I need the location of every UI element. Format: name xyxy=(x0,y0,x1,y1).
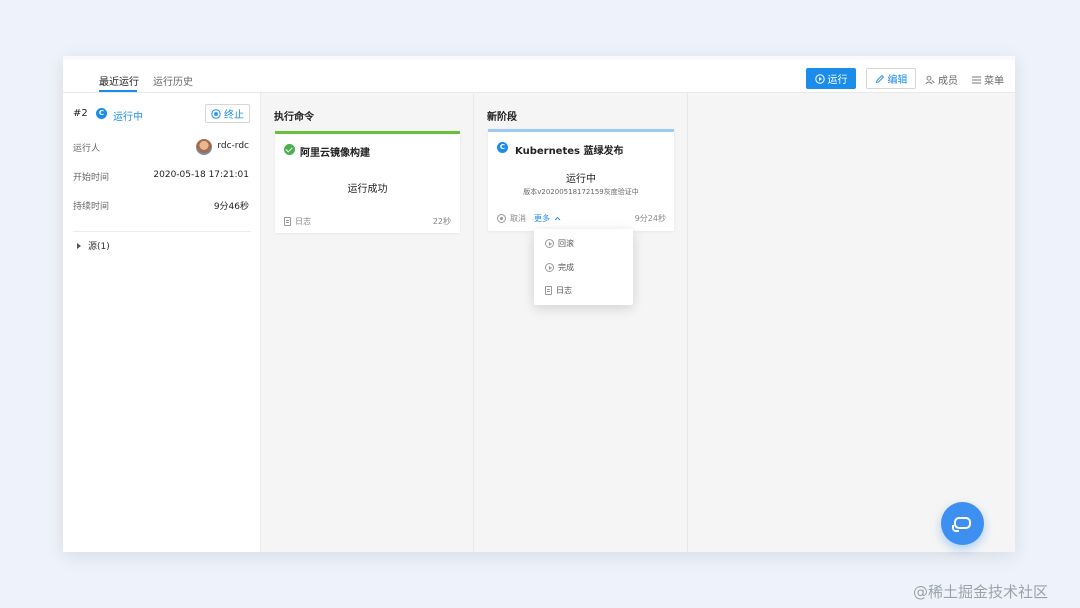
duration-value: 9分46秒 xyxy=(213,202,249,212)
rollback-menu-item[interactable]: 回滚 xyxy=(545,238,574,249)
members-link[interactable]: 成员 xyxy=(925,72,958,87)
avatar xyxy=(196,139,212,155)
run-status: 运行中 xyxy=(113,112,143,123)
menu-item-label: 回滚 xyxy=(558,239,574,248)
edit-button-label: 编辑 xyxy=(887,75,908,86)
pencil-icon xyxy=(875,74,884,83)
source-toggle[interactable]: 源(1) xyxy=(77,239,110,252)
tab-run-history[interactable]: 运行历史 xyxy=(153,73,193,88)
more-button[interactable]: 更多 xyxy=(534,213,561,224)
stage-column-execute: 执行命令 阿里云镜像构建 运行成功 日志 22秒 xyxy=(261,93,474,552)
active-tab-indicator xyxy=(99,90,137,92)
members-link-label: 成员 xyxy=(938,76,958,87)
menu-item-label: 完成 xyxy=(558,263,574,272)
stage-title: 新阶段 xyxy=(487,112,517,123)
stop-button-label: 终止 xyxy=(224,110,244,121)
log-label: 日志 xyxy=(295,217,311,226)
stop-button[interactable]: 终止 xyxy=(205,104,250,123)
play-circle-icon xyxy=(545,239,554,248)
start-time-label: 开始时间 xyxy=(73,173,110,183)
run-button[interactable]: 运行 xyxy=(806,68,856,89)
task-card-k8s-deploy[interactable]: C Kubernetes 蓝绿发布 运行中 版本v20200518172159灰… xyxy=(488,129,674,231)
check-circle-icon xyxy=(284,144,295,155)
task-status: 运行中 xyxy=(566,174,596,185)
log-link[interactable]: 日志 xyxy=(284,216,311,227)
stage-title: 执行命令 xyxy=(274,112,314,123)
stop-circle-icon xyxy=(211,108,221,119)
top-bar-edge xyxy=(63,56,1015,60)
doc-icon xyxy=(545,286,552,295)
doc-icon xyxy=(284,217,291,226)
tab-recent-runs[interactable]: 最近运行 xyxy=(99,73,139,88)
chat-bubble-icon xyxy=(952,517,971,532)
running-status-icon: C xyxy=(497,142,508,153)
empty-stage-area xyxy=(688,93,1015,552)
chevron-up-icon xyxy=(554,216,561,221)
stage-column-new: 新阶段 C Kubernetes 蓝绿发布 运行中 版本v20200518172… xyxy=(474,93,688,552)
cancel-label: 取消 xyxy=(510,214,526,223)
run-button-label: 运行 xyxy=(827,75,848,86)
task-subtitle: 版本v20200518172159灰度验证中 xyxy=(523,188,639,196)
running-status-icon: C xyxy=(96,108,107,119)
log-menu-item[interactable]: 日志 xyxy=(545,285,572,296)
run-detail-panel: #2 C 运行中 终止 运行人 rdc-rdc 开始时间 2020-05-18 … xyxy=(63,93,261,552)
task-card-image-build[interactable]: 阿里云镜像构建 运行成功 日志 22秒 xyxy=(275,131,460,233)
start-time-value: 2020-05-18 17:21:01 xyxy=(153,170,249,180)
watermark: @稀土掘金技术社区 xyxy=(913,583,1049,601)
top-bar: 最近运行 运行历史 运行 编辑 成员 菜单 xyxy=(63,56,1015,93)
more-actions-dropdown: 回滚 完成 日志 xyxy=(534,229,633,305)
task-duration: 9分24秒 xyxy=(634,214,666,223)
play-circle-icon xyxy=(814,73,825,84)
task-title: Kubernetes 蓝绿发布 xyxy=(515,146,624,157)
hamburger-icon xyxy=(972,76,981,83)
divider xyxy=(73,231,251,232)
task-title: 阿里云镜像构建 xyxy=(300,148,370,159)
task-duration: 22秒 xyxy=(432,217,451,226)
source-label: 源(1) xyxy=(88,242,110,252)
more-label: 更多 xyxy=(534,214,550,223)
runner-label: 运行人 xyxy=(73,144,101,154)
menu-item-label: 日志 xyxy=(556,286,572,295)
duration-label: 持续时间 xyxy=(73,202,110,212)
chat-button[interactable] xyxy=(941,502,984,545)
runner-value: rdc-rdc xyxy=(217,141,249,151)
menu-link[interactable]: 菜单 xyxy=(972,72,1004,87)
menu-link-label: 菜单 xyxy=(984,76,1004,87)
user-icon xyxy=(925,75,935,84)
play-circle-icon xyxy=(545,263,554,272)
complete-menu-item[interactable]: 完成 xyxy=(545,262,574,273)
task-status: 运行成功 xyxy=(347,184,388,195)
edit-button[interactable]: 编辑 xyxy=(866,68,916,89)
caret-right-icon xyxy=(77,242,81,249)
run-number: #2 xyxy=(73,108,88,119)
cancel-button[interactable]: 取消 xyxy=(497,213,526,224)
cancel-circle-icon xyxy=(497,214,506,223)
